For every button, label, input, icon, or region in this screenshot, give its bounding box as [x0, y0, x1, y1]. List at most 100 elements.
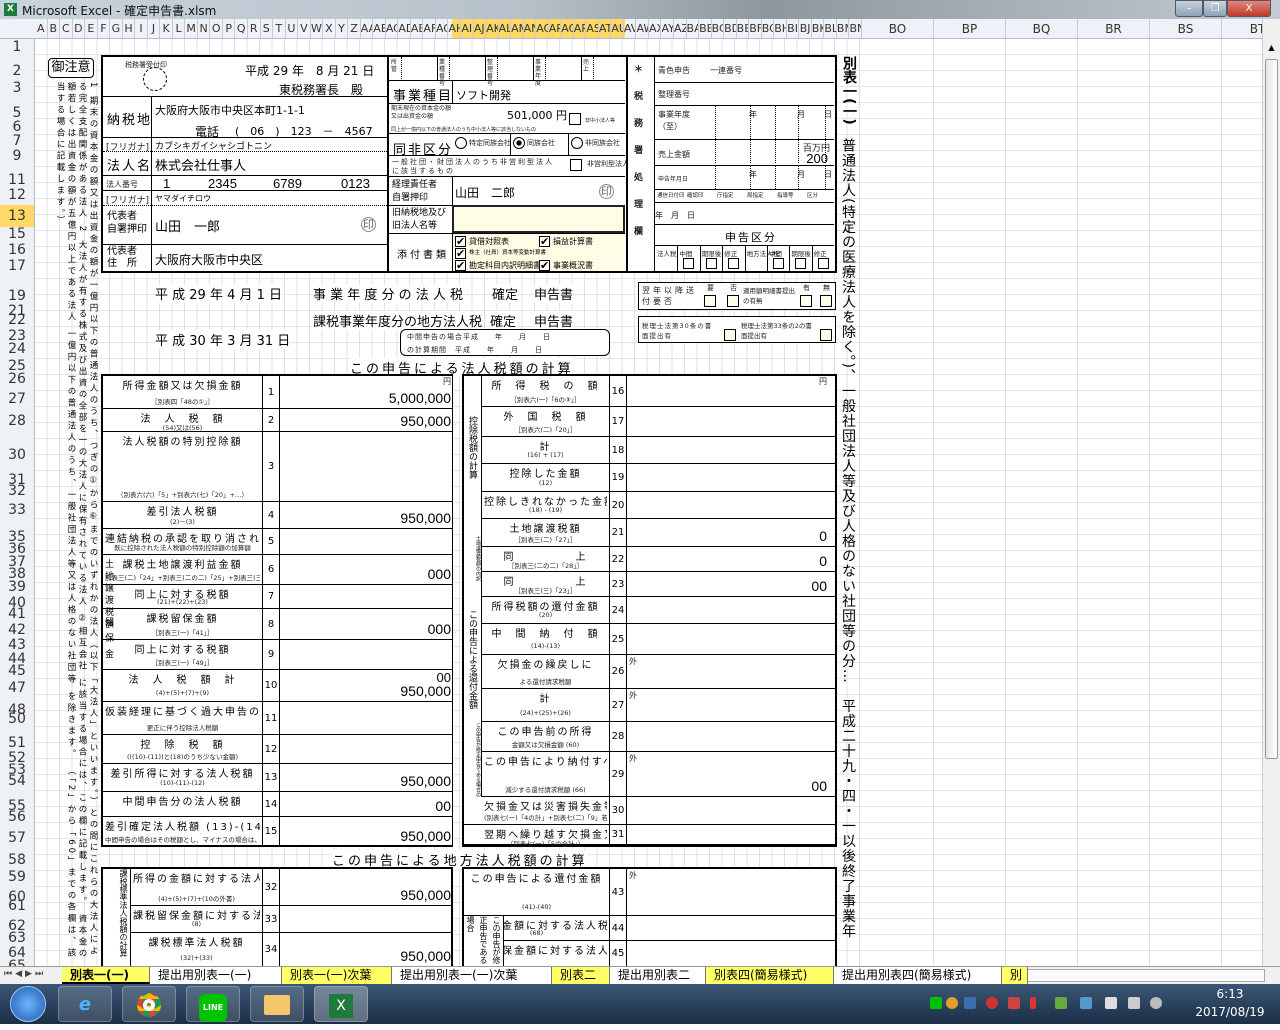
row-header-1[interactable]: 1: [0, 40, 34, 54]
column-header-h[interactable]: H: [123, 19, 136, 38]
column-header-m[interactable]: M: [185, 19, 198, 38]
statement-has-checkbox[interactable]: [800, 295, 812, 307]
ime-tray-icon[interactable]: [964, 997, 976, 1009]
column-header-v[interactable]: V: [298, 19, 311, 38]
row-header-5[interactable]: 5: [0, 106, 34, 120]
s-tray-icon[interactable]: [1008, 997, 1020, 1009]
row-value-input[interactable]: 950,000: [400, 510, 451, 526]
column-header-t[interactable]: T: [273, 19, 286, 38]
notice-button[interactable]: 御注意: [48, 58, 94, 78]
row-value-input[interactable]: 0: [819, 553, 827, 569]
row-value-input[interactable]: 950,000: [400, 828, 451, 844]
line-tray-icon[interactable]: [930, 997, 942, 1009]
clock-date[interactable]: 2017/08/19: [1190, 1005, 1270, 1019]
row-header-39[interactable]: 39: [0, 580, 34, 594]
column-header-a[interactable]: A: [35, 19, 48, 38]
column-header-ab[interactable]: AB: [373, 19, 386, 38]
column-header-x[interactable]: X: [323, 19, 336, 38]
sheet-tab[interactable]: 提出用別表一(一): [150, 967, 282, 984]
column-header-bq[interactable]: BQ: [1006, 19, 1078, 38]
column-header-ba[interactable]: BA: [687, 19, 700, 38]
row-value-input[interactable]: 950,000: [400, 887, 451, 903]
column-header-ao[interactable]: AO: [536, 19, 549, 38]
row-value-input[interactable]: 950,000: [400, 413, 451, 429]
minimize-button[interactable]: –: [1175, 0, 1203, 17]
statement-none-checkbox[interactable]: [820, 295, 832, 307]
row-value-input[interactable]: 00: [811, 778, 827, 794]
column-header-as[interactable]: AS: [586, 19, 599, 38]
restore-button[interactable]: ❐: [1203, 0, 1227, 17]
row-header-16[interactable]: 16: [0, 243, 34, 257]
column-header-bi[interactable]: BI: [787, 19, 800, 38]
row-header-33[interactable]: 33: [0, 503, 34, 517]
kubun-checkbox[interactable]: [795, 258, 807, 269]
sheet-tab[interactable]: 提出用別表四(簡易様式): [834, 967, 1002, 984]
network-tray-icon[interactable]: [1080, 997, 1092, 1009]
row-header-42[interactable]: 42: [0, 623, 34, 637]
column-header-o[interactable]: O: [210, 19, 223, 38]
sheet-tab[interactable]: 提出用別表二: [610, 967, 706, 984]
chrome-tray-icon[interactable]: [946, 997, 958, 1009]
attachment-checkbox[interactable]: ✔: [455, 236, 466, 247]
column-header-aa[interactable]: AA: [361, 19, 374, 38]
row-value-input[interactable]: 950,000: [400, 773, 451, 789]
column-header-bj[interactable]: BJ: [799, 19, 812, 38]
sheet-tab[interactable]: 提出用別表一(一)次葉: [392, 967, 552, 984]
column-header-bg[interactable]: BG: [762, 19, 775, 38]
column-header-e[interactable]: E: [85, 19, 98, 38]
column-header-bc[interactable]: BC: [712, 19, 725, 38]
column-header-u[interactable]: U: [286, 19, 299, 38]
dohi-radio-2[interactable]: [571, 137, 583, 149]
row-header-13[interactable]: 13: [0, 209, 34, 223]
row-header-7[interactable]: 7: [0, 134, 34, 148]
refund-no-checkbox[interactable]: [727, 295, 739, 307]
kubun-checkbox[interactable]: [705, 258, 717, 269]
kubun-checkbox[interactable]: [683, 258, 695, 269]
tab-nav-arrows-icon[interactable]: ⏮◀▶⏭: [4, 969, 46, 979]
sheet-tab[interactable]: 別表一(一)次葉: [282, 967, 392, 984]
dohi-radio-0[interactable]: [455, 137, 467, 149]
row-header-58[interactable]: 58: [0, 853, 34, 867]
usb-tray-icon[interactable]: [1055, 997, 1067, 1009]
scroll-up-arrow-icon[interactable]: ▲: [1265, 43, 1278, 55]
column-header-p[interactable]: P: [223, 19, 236, 38]
column-header-bp[interactable]: BP: [934, 19, 1006, 38]
row-header-26[interactable]: 26: [0, 372, 34, 386]
row-value-input[interactable]: 000: [428, 621, 451, 637]
small-corp-checkbox[interactable]: [569, 113, 581, 125]
row-header-30[interactable]: 30: [0, 448, 34, 462]
row-header-22[interactable]: 22: [0, 313, 34, 327]
column-header-br[interactable]: BR: [1078, 19, 1150, 38]
start-button-icon[interactable]: [10, 986, 46, 1022]
sheet-tab[interactable]: 別: [1002, 967, 1028, 984]
column-header-am[interactable]: AM: [511, 19, 524, 38]
chrome-icon[interactable]: [122, 986, 176, 1022]
kubun-checkbox[interactable]: [773, 258, 784, 269]
column-header-ah[interactable]: AH: [448, 19, 461, 38]
column-header-av[interactable]: AV: [624, 19, 637, 38]
internet-explorer-icon[interactable]: e: [58, 986, 112, 1022]
column-header-w[interactable]: W: [311, 19, 324, 38]
column-header-k[interactable]: K: [160, 19, 173, 38]
sheet-tab[interactable]: 別表二: [552, 967, 610, 984]
row-value-input[interactable]: 950,000: [400, 683, 451, 699]
attachment-checkbox[interactable]: ✔: [455, 248, 466, 259]
sheet-tab[interactable]: 別表一(一): [62, 967, 150, 984]
column-header-bn[interactable]: BN: [849, 19, 862, 38]
column-header-ag[interactable]: AG: [436, 19, 449, 38]
row-header-50[interactable]: 50: [0, 712, 34, 726]
row-header-12[interactable]: 12: [0, 188, 34, 202]
row-header-6[interactable]: 6: [0, 120, 34, 134]
column-header-bb[interactable]: BB: [699, 19, 712, 38]
row-header-54[interactable]: 54: [0, 774, 34, 788]
row-header-57[interactable]: 57: [0, 831, 34, 845]
column-header-aj[interactable]: AJ: [474, 19, 487, 38]
column-header-q[interactable]: Q: [235, 19, 248, 38]
row-header-9[interactable]: 9: [0, 149, 34, 163]
row-header-28[interactable]: 28: [0, 414, 34, 428]
column-header-bs[interactable]: BS: [1150, 19, 1222, 38]
row-header-3[interactable]: 3: [0, 81, 34, 95]
column-header-c[interactable]: C: [60, 19, 73, 38]
column-header-bl[interactable]: BL: [824, 19, 837, 38]
column-header-bo[interactable]: BO: [862, 19, 934, 38]
